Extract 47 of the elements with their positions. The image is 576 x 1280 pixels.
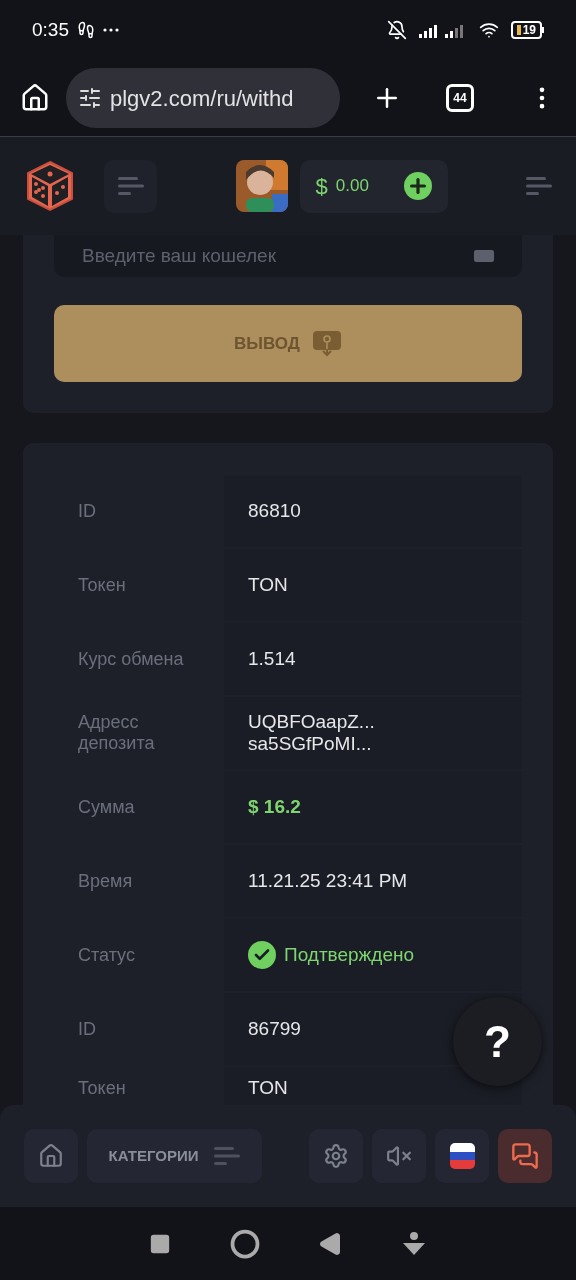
withdraw-icon: [311, 328, 342, 359]
home-button[interactable]: [24, 1129, 78, 1183]
address-bar[interactable]: plgv2.com/ru/withd: [66, 68, 340, 128]
currency-text: $: [315, 172, 328, 201]
bell-off-icon: [386, 20, 407, 40]
site-settings-icon: [78, 86, 102, 110]
chat-icon: [511, 1142, 539, 1170]
more-dots-icon: [103, 28, 119, 32]
home-icon[interactable]: [20, 83, 50, 113]
wallet-icon: [474, 250, 494, 262]
battery-text: 19: [522, 24, 536, 36]
url-text: plgv2.com/ru/withd: [110, 84, 294, 113]
balance-text: 0.00: [335, 175, 369, 198]
recents-icon[interactable]: [149, 1232, 172, 1255]
flag-icon: [449, 1143, 475, 1169]
address-text: UQBFOaapZ...: [248, 711, 375, 733]
value-text: 1.514: [248, 646, 296, 671]
wifi-icon: [478, 20, 499, 40]
amount-text: $ 16.2: [248, 794, 301, 819]
categories-button[interactable]: КАТЕГОРИИ: [87, 1129, 262, 1183]
tab-count-button[interactable]: 44: [446, 84, 474, 112]
value-text: TON: [248, 572, 288, 597]
sound-off-icon: [386, 1143, 412, 1169]
language-button[interactable]: [435, 1129, 489, 1183]
address-text: sa5SGfPoMI...: [248, 733, 373, 755]
deposit-button[interactable]: [403, 172, 432, 200]
settings-icon: [323, 1143, 349, 1169]
assistant-icon[interactable]: [400, 1230, 427, 1257]
sound-off-button[interactable]: [372, 1129, 426, 1183]
home-circle-icon[interactable]: [229, 1228, 260, 1259]
check-badge-icon: [248, 941, 276, 969]
status-text: Подтверждено: [284, 942, 415, 967]
dice-logo-icon: [24, 159, 76, 213]
menu-lines-icon: [526, 175, 552, 197]
value-text: TON: [248, 1076, 288, 1101]
menu-lines-icon: [117, 175, 144, 197]
chat-button[interactable]: [498, 1129, 552, 1183]
value-text: 86799: [248, 1016, 301, 1041]
home-icon: [38, 1143, 64, 1169]
settings-button[interactable]: [309, 1129, 363, 1183]
sidebar-toggle-button[interactable]: [104, 159, 157, 213]
value-text: 86810: [248, 498, 301, 523]
back-icon[interactable]: [318, 1231, 343, 1256]
wallet-field[interactable]: Введите ваш кошелек: [54, 235, 522, 277]
clock-text: 0:35: [32, 17, 69, 42]
value-text: 11.21.25 23:41 PM: [248, 868, 408, 893]
menu-lines-icon: [214, 1145, 241, 1167]
